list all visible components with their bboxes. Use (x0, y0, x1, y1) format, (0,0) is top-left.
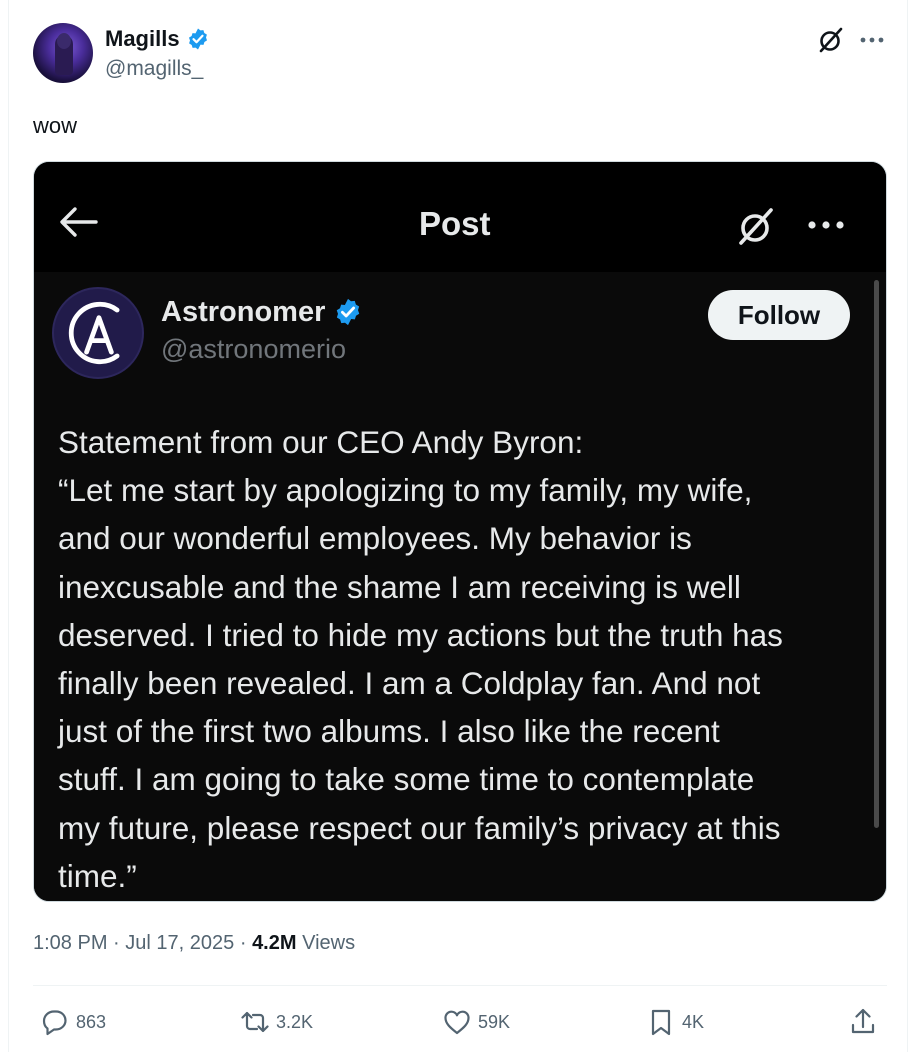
quoted-statement: Statement from our CEO Andy Byron: “Let … (58, 418, 873, 900)
statement-line: time.” (58, 857, 137, 894)
reply-button[interactable]: 863 (40, 1000, 106, 1044)
more-icon (808, 221, 844, 229)
avatar-head (57, 33, 71, 49)
verified-badge-icon (188, 28, 207, 50)
views-label: Views (302, 932, 356, 954)
statement-line: “Let me start by apologizing to my famil… (58, 472, 753, 509)
quoted-author-handle: @astronomerio (161, 334, 346, 364)
author-name[interactable]: Magills (105, 26, 180, 52)
reply-count: 863 (76, 1011, 107, 1032)
like-count: 59K (478, 1011, 511, 1032)
tweet-meta: 1:08 PM · Jul 17, 2025 · 4.2M Views (33, 930, 355, 956)
statement-line: inexcusable and the shame I am receiving… (58, 568, 741, 605)
astronomer-logo-icon (52, 287, 144, 379)
follow-button: Follow (708, 290, 850, 340)
meta-separator: · (239, 932, 247, 954)
quoted-author-name-row: Astronomer (161, 294, 363, 330)
reply-icon (42, 1010, 67, 1036)
share-button[interactable] (848, 1000, 878, 1044)
quoted-author-name: Astronomer (161, 296, 326, 328)
grok-icon (739, 208, 773, 245)
tweet-date[interactable]: Jul 17, 2025 (125, 932, 234, 954)
tweet-text: wow (33, 113, 78, 138)
verified-badge-icon (337, 298, 360, 326)
avatar[interactable] (33, 23, 93, 83)
tweet-time[interactable]: 1:08 PM (33, 932, 107, 954)
scrollbar (874, 280, 879, 828)
author-name-row[interactable]: Magills (105, 26, 210, 52)
statement-line: and our wonderful employees. My behavior… (58, 520, 692, 557)
grok-icon[interactable] (816, 25, 846, 55)
statement-line: Statement from our CEO Andy Byron: (58, 424, 584, 460)
divider (33, 985, 887, 986)
bookmark-count: 4K (682, 1011, 705, 1032)
repost-icon (241, 1011, 269, 1033)
repost-button[interactable]: 3.2K (240, 1000, 313, 1044)
views-count[interactable]: 4.2M (252, 932, 296, 954)
embed-header-title: Post (419, 205, 491, 242)
statement-line: my future, please respect our family’s p… (58, 809, 781, 846)
statement-line: deserved. I tried to hide my actions but… (58, 616, 783, 653)
author-handle[interactable]: @magills_ (105, 56, 203, 82)
embed-header-bar: Post (34, 162, 886, 272)
statement-line: finally been revealed. I am a Coldplay f… (58, 665, 761, 702)
like-button[interactable]: 59K (442, 1000, 510, 1044)
repost-count: 3.2K (276, 1011, 314, 1032)
more-icon[interactable] (858, 26, 886, 54)
meta-separator: · (113, 932, 120, 954)
statement-line: just of the first two albums. I also lik… (58, 713, 720, 750)
bookmark-button[interactable]: 4K (646, 1000, 704, 1044)
statement-line: stuff. I am going to take some time to c… (58, 761, 755, 798)
arrow-left-icon (60, 207, 98, 237)
bookmark-icon (651, 1009, 671, 1036)
embedded-screenshot[interactable]: Post Astronomer @astronomerio Follow Sta… (33, 161, 887, 902)
action-bar: 863 3.2K 59K 4K (0, 1000, 916, 1044)
share-icon (851, 1008, 875, 1034)
like-icon (444, 1010, 470, 1035)
